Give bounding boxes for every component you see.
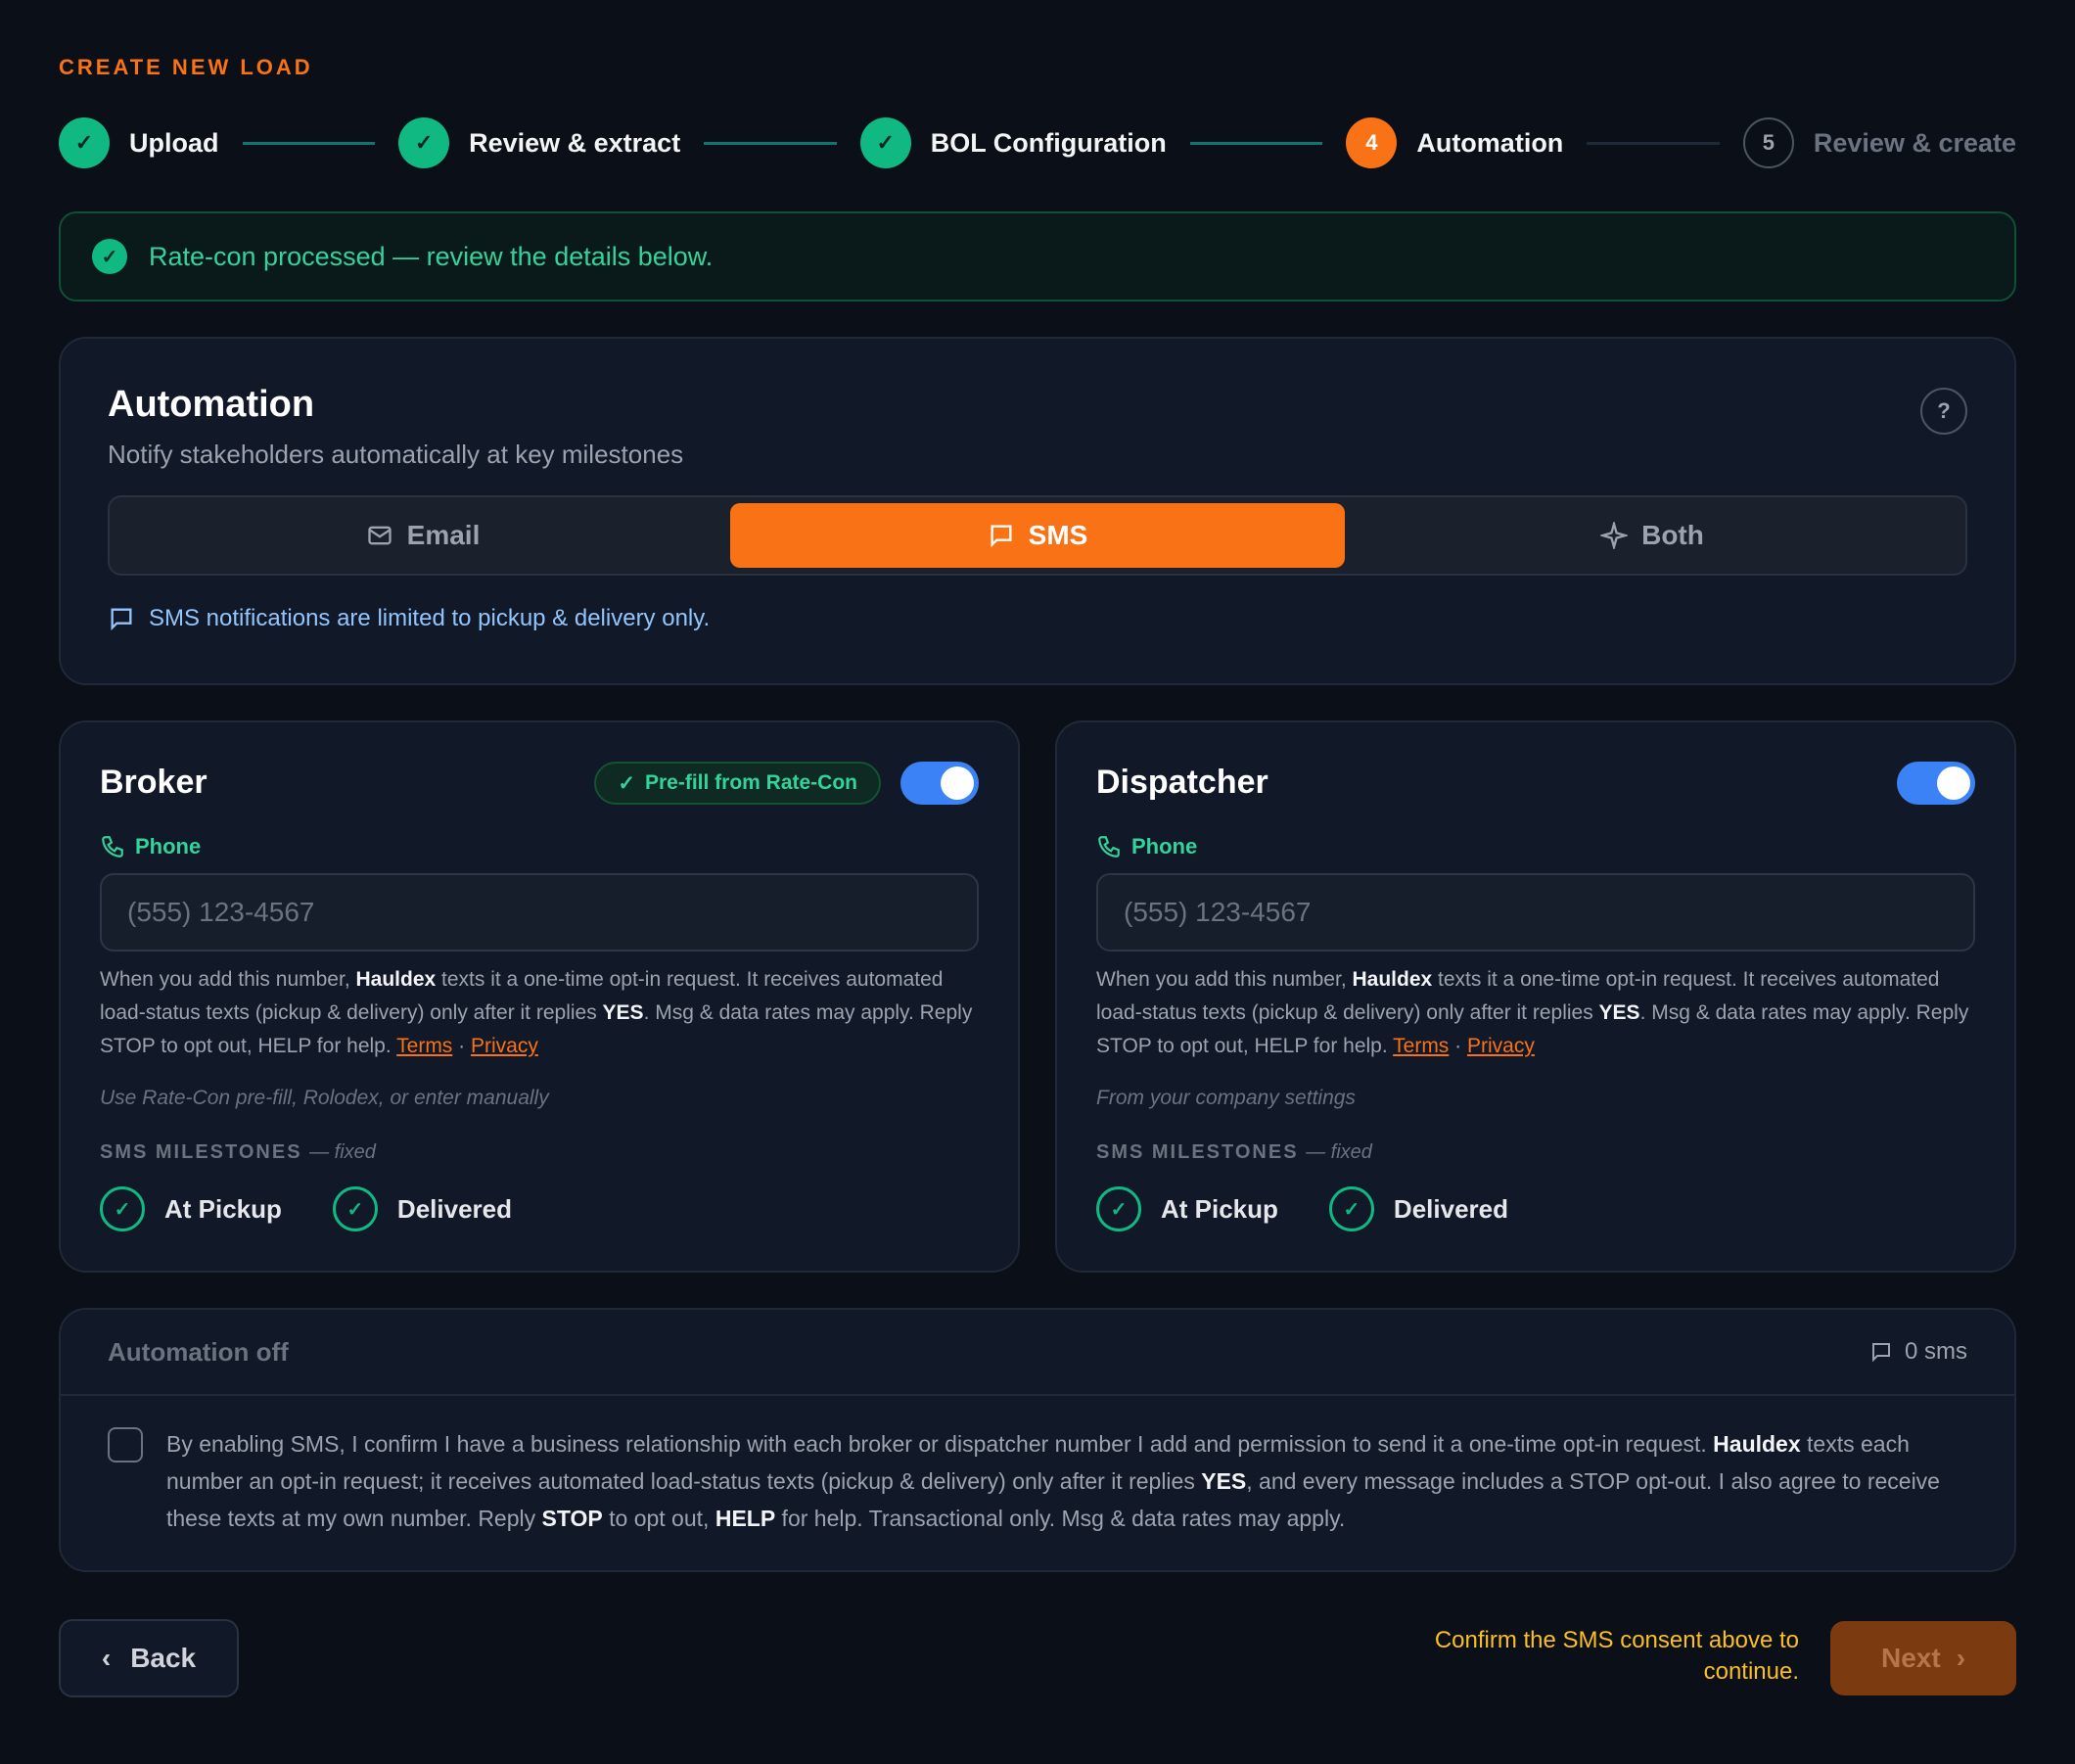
prefill-button[interactable]: ✓ Pre-fill from Rate-Con — [594, 762, 881, 805]
step-automation: 4 Automation — [1346, 117, 1563, 168]
privacy-link[interactable]: Privacy — [471, 1035, 538, 1057]
page-eyebrow: CREATE NEW LOAD — [59, 55, 313, 79]
step-label: Upload — [129, 127, 219, 158]
step-number: 5 — [1742, 117, 1794, 168]
channel-label: Email — [406, 520, 481, 550]
channel-label: SMS — [1028, 520, 1088, 550]
broker-toggle[interactable] — [900, 762, 979, 805]
chevron-right-icon: › — [1956, 1643, 1966, 1673]
message-icon — [1871, 1343, 1890, 1363]
dispatcher-title: Dispatcher — [1096, 764, 1268, 801]
automation-subtitle: Notify stakeholders automatically at key… — [108, 440, 684, 469]
success-banner: ✓ Rate-con processed — review the detail… — [59, 211, 2016, 302]
check-icon: ✓ — [100, 1186, 145, 1231]
sms-count: 0 sms — [1869, 1338, 1967, 1366]
check-icon: ✓ — [1328, 1186, 1374, 1231]
milestones-row: ✓ At Pickup ✓ Delivered — [100, 1186, 512, 1231]
step-connector — [704, 141, 837, 145]
check-icon: ✓ — [398, 117, 450, 168]
step-label: Automation — [1416, 127, 1564, 158]
channel-email-button[interactable]: Email — [115, 503, 730, 568]
milestones-label: SMS MILESTONES — fixed — [100, 1141, 376, 1163]
automation-status: Automation off — [108, 1336, 289, 1367]
step-bol-configuration[interactable]: ✓ BOL Configuration — [859, 117, 1167, 168]
phone-label: Phone — [100, 834, 201, 859]
step-review-create: 5 Review & create — [1742, 117, 2017, 168]
message-icon — [991, 525, 1012, 548]
mail-icon — [367, 526, 392, 545]
step-connector — [242, 141, 376, 145]
summary-card: Automation off 0 sms By enabling SMS, I … — [59, 1308, 2016, 1572]
dispatcher-phone-input[interactable] — [1096, 873, 1975, 952]
channel-both-button[interactable]: Both — [1345, 503, 1960, 568]
sms-consent-row: By enabling SMS, I confirm I have a busi… — [61, 1396, 2014, 1566]
summary-header: Automation off 0 sms — [61, 1310, 2014, 1396]
prefill-label: Pre-fill from Rate-Con — [644, 771, 857, 794]
broker-hint: Use Rate-Con pre-fill, Rolodex, or enter… — [100, 1087, 549, 1109]
broker-consent-text: When you add this number, Hauldex texts … — [100, 968, 973, 1057]
sparkle-icon — [1600, 522, 1629, 549]
milestone-delivered: ✓ Delivered — [332, 1186, 512, 1231]
check-icon: ✓ — [859, 117, 911, 168]
step-number: 4 — [1346, 117, 1398, 168]
next-button[interactable]: Next › — [1830, 1621, 2016, 1695]
step-label: Review & extract — [469, 127, 681, 158]
dispatcher-hint: From your company settings — [1096, 1087, 1356, 1109]
dispatcher-card: Dispatcher Phone When you add this numbe… — [1055, 720, 2016, 1273]
sms-note: SMS notifications are limited to pickup … — [108, 605, 710, 632]
automation-card: Automation Notify stakeholders automatic… — [59, 337, 2016, 685]
check-icon: ✓ — [92, 239, 127, 274]
stepper: ✓ Upload ✓ Review & extract ✓ BOL Config… — [59, 116, 2016, 170]
help-icon[interactable]: ? — [1920, 388, 1967, 435]
milestone-at-pickup: ✓ At Pickup — [1096, 1186, 1278, 1231]
sms-note-text: SMS notifications are limited to pickup … — [149, 605, 711, 631]
broker-phone-input[interactable] — [100, 873, 979, 952]
step-upload[interactable]: ✓ Upload — [59, 117, 219, 168]
check-icon: ✓ — [59, 117, 110, 168]
terms-link[interactable]: Terms — [1393, 1035, 1449, 1057]
milestones-row: ✓ At Pickup ✓ Delivered — [1096, 1186, 1508, 1231]
check-icon: ✓ — [332, 1186, 378, 1231]
sms-consent-checkbox[interactable] — [108, 1427, 143, 1462]
check-icon: ✓ — [618, 771, 635, 795]
automation-title: Automation — [108, 384, 315, 425]
milestone-at-pickup: ✓ At Pickup — [100, 1186, 282, 1231]
step-review-extract[interactable]: ✓ Review & extract — [398, 117, 680, 168]
dispatcher-consent-text: When you add this number, Hauldex texts … — [1096, 968, 1969, 1057]
back-button[interactable]: ‹ Back — [59, 1619, 239, 1697]
channel-label: Both — [1641, 520, 1704, 550]
step-label: BOL Configuration — [930, 127, 1167, 158]
broker-title: Broker — [100, 764, 208, 801]
consent-warning: Confirm the SMS consent above to continu… — [1434, 1627, 1799, 1685]
sms-consent-text: By enabling SMS, I confirm I have a busi… — [166, 1431, 1940, 1531]
privacy-link[interactable]: Privacy — [1467, 1035, 1535, 1057]
phone-icon — [1098, 836, 1120, 858]
milestone-delivered: ✓ Delivered — [1328, 1186, 1508, 1231]
message-icon — [111, 608, 132, 631]
phone-label-text: Phone — [135, 834, 202, 859]
step-connector — [1189, 141, 1323, 145]
channel-sms-button[interactable]: SMS — [730, 503, 1345, 568]
milestones-label: SMS MILESTONES — fixed — [1096, 1141, 1372, 1163]
channel-selector: Email SMS Both — [108, 495, 1967, 576]
broker-card: Broker ✓ Pre-fill from Rate-Con Phone Wh… — [59, 720, 1020, 1273]
step-connector — [1587, 141, 1720, 145]
banner-text: Rate-con processed — review the details … — [149, 241, 714, 271]
phone-label-text: Phone — [1131, 834, 1198, 859]
phone-icon — [102, 836, 123, 858]
terms-link[interactable]: Terms — [396, 1035, 452, 1057]
check-icon: ✓ — [1096, 1186, 1141, 1231]
step-label: Review & create — [1813, 127, 2017, 158]
chevron-left-icon: ‹ — [101, 1643, 112, 1673]
phone-label: Phone — [1096, 834, 1197, 859]
dispatcher-toggle[interactable] — [1897, 762, 1975, 805]
